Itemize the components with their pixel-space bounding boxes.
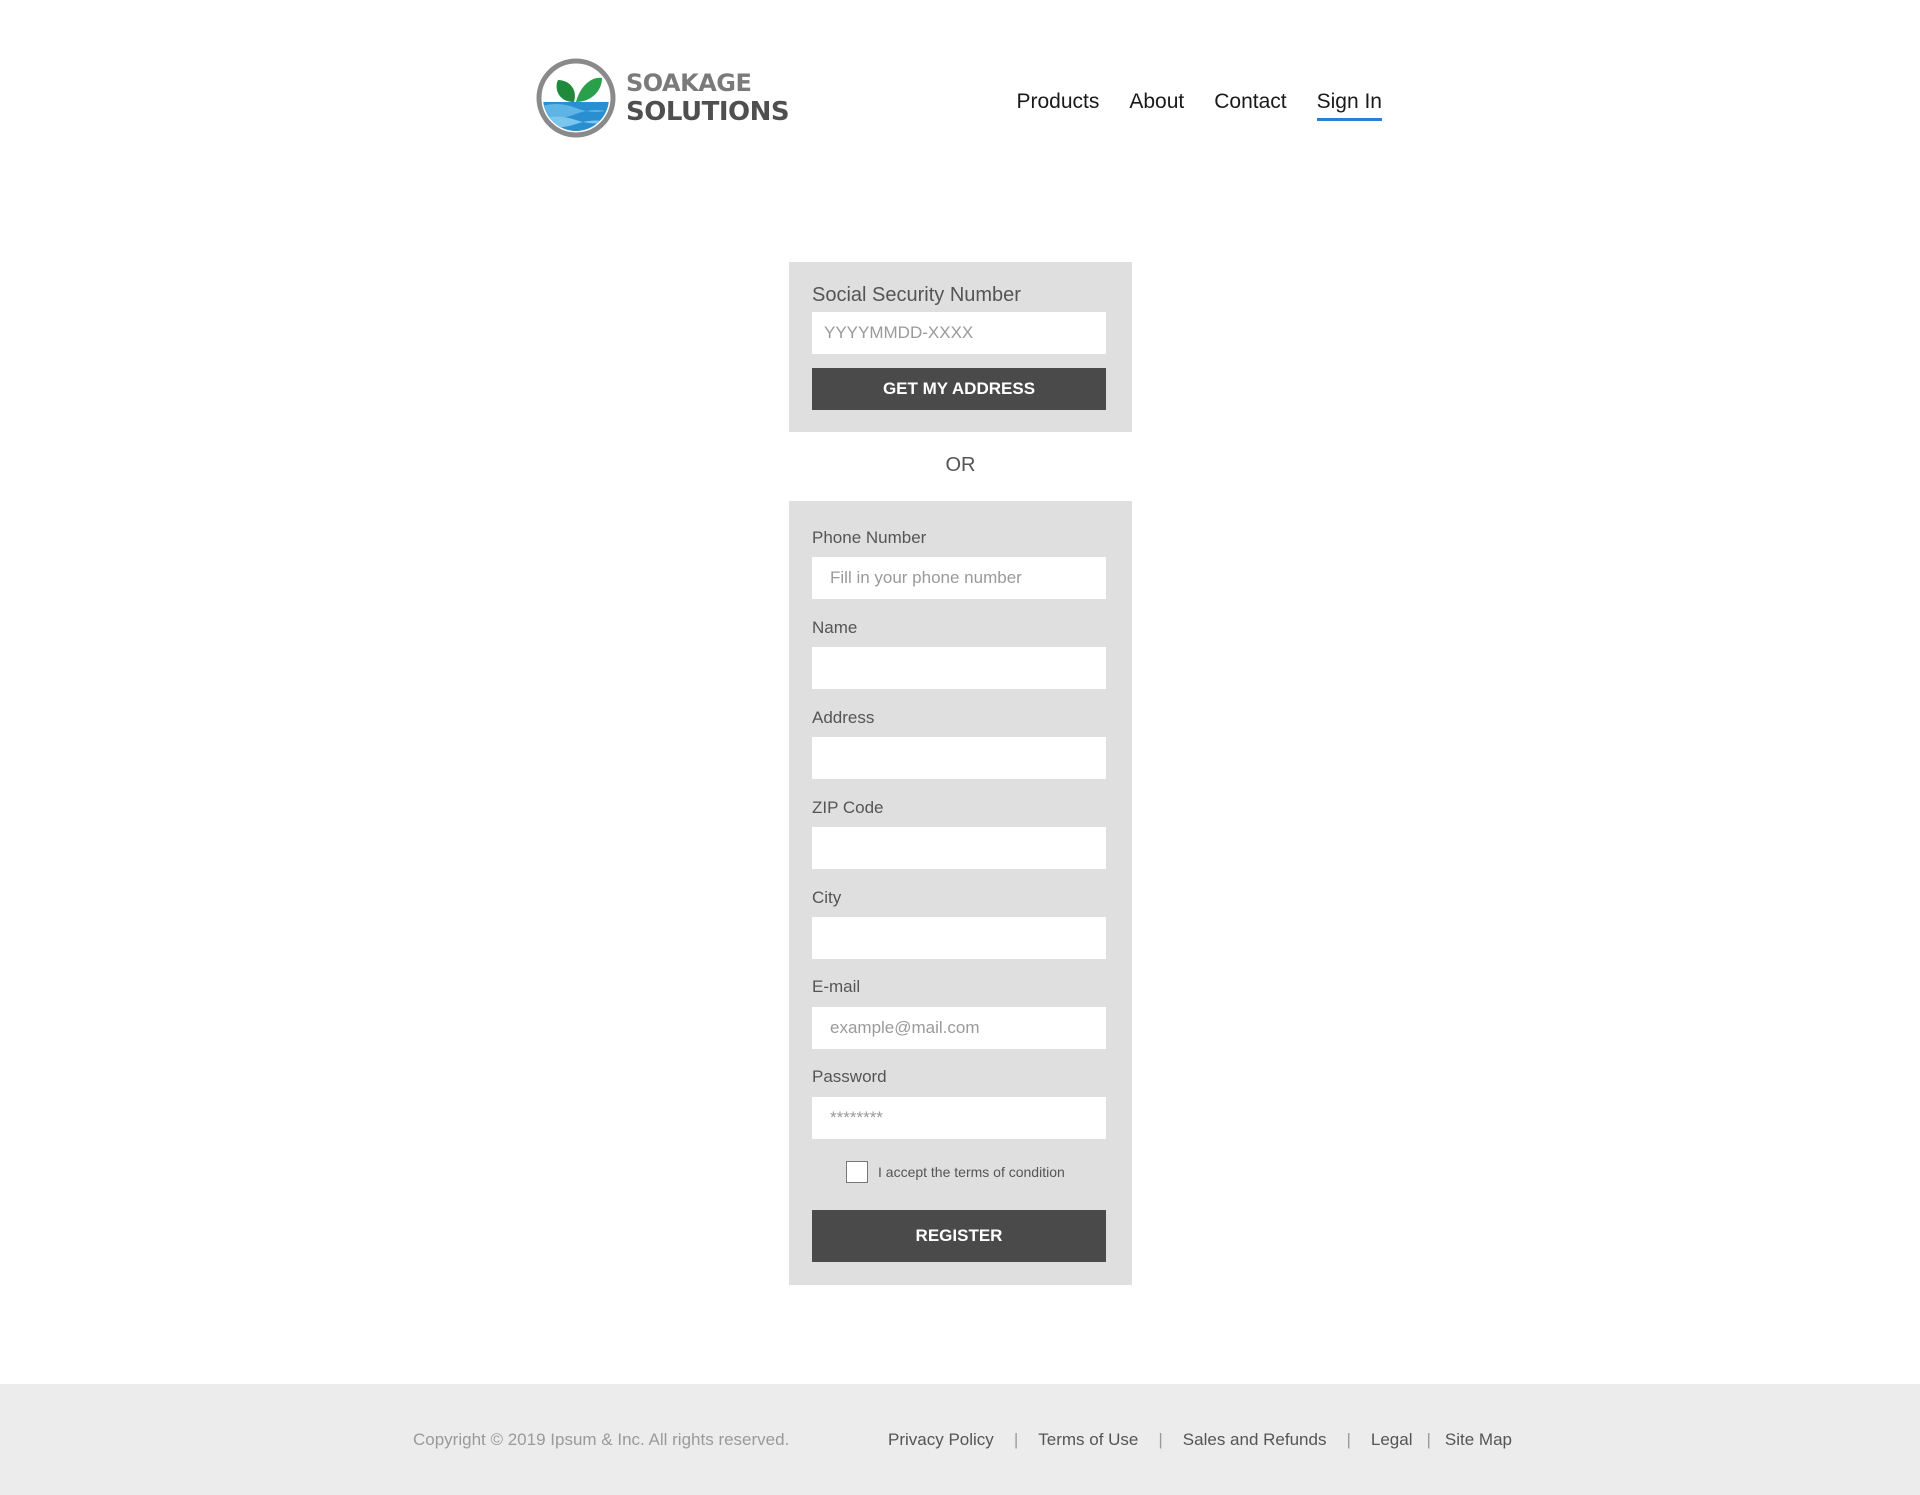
ssn-lookup-card: Social Security Number GET MY ADDRESS xyxy=(789,262,1132,432)
phone-number-input[interactable] xyxy=(812,557,1106,599)
register-button[interactable]: REGISTER xyxy=(812,1210,1106,1262)
address-input[interactable] xyxy=(812,737,1106,779)
soakage-logo-icon xyxy=(536,58,616,138)
site-header: SOAKAGE SOLUTIONS Products About Contact… xyxy=(0,0,1920,180)
copyright-text: Copyright © 2019 Ipsum & Inc. All rights… xyxy=(413,1430,790,1449)
get-my-address-button[interactable]: GET MY ADDRESS xyxy=(812,368,1106,410)
nav-link-contact[interactable]: Contact xyxy=(1214,90,1286,121)
footer-link-legal[interactable]: Legal xyxy=(1371,1430,1413,1450)
footer-link-site-map[interactable]: Site Map xyxy=(1445,1430,1512,1450)
brand-name-line1: SOAKAGE xyxy=(626,69,752,97)
zip-code-label: ZIP Code xyxy=(812,798,884,817)
footer-link-terms-of-use[interactable]: Terms of Use xyxy=(1038,1430,1138,1450)
footer-link-sales-and-refunds[interactable]: Sales and Refunds xyxy=(1183,1430,1327,1450)
main-nav: Products About Contact Sign In xyxy=(1016,90,1382,121)
footer-separator: | xyxy=(1158,1430,1163,1449)
email-input[interactable] xyxy=(812,1007,1106,1049)
city-input[interactable] xyxy=(812,917,1106,959)
password-input[interactable] xyxy=(812,1097,1106,1139)
nav-link-about[interactable]: About xyxy=(1129,90,1184,121)
registration-card: Phone Number Name Address ZIP Code City … xyxy=(789,501,1132,1285)
brand-name-line2: SOLUTIONS xyxy=(626,97,790,127)
zip-code-input[interactable] xyxy=(812,827,1106,869)
footer-link-privacy-policy[interactable]: Privacy Policy xyxy=(888,1430,994,1450)
email-label: E-mail xyxy=(812,977,861,996)
nav-link-products[interactable]: Products xyxy=(1016,90,1099,121)
brand-logo[interactable]: SOAKAGE SOLUTIONS xyxy=(536,58,790,138)
footer-links: Privacy Policy | Terms of Use | Sales an… xyxy=(888,1430,1512,1450)
ssn-input[interactable] xyxy=(812,312,1106,354)
phone-number-label: Phone Number xyxy=(812,528,927,547)
password-label: Password xyxy=(812,1067,887,1086)
or-separator: OR xyxy=(945,454,976,476)
brand-wordmark: SOAKAGE SOLUTIONS xyxy=(626,69,790,127)
terms-label: I accept the terms of condition xyxy=(878,1164,1065,1180)
name-label: Name xyxy=(812,618,858,637)
terms-row: I accept the terms of condition xyxy=(846,1161,1065,1183)
ssn-label: Social Security Number xyxy=(812,284,1021,306)
name-input[interactable] xyxy=(812,647,1106,689)
site-footer: Copyright © 2019 Ipsum & Inc. All rights… xyxy=(0,1384,1920,1495)
nav-link-sign-in[interactable]: Sign In xyxy=(1316,90,1382,121)
terms-checkbox[interactable] xyxy=(846,1161,868,1183)
footer-separator: | xyxy=(1346,1430,1351,1449)
footer-separator: | xyxy=(1013,1430,1019,1449)
address-label: Address xyxy=(812,708,875,727)
footer-separator: | xyxy=(1426,1430,1431,1449)
city-label: City xyxy=(812,888,842,907)
